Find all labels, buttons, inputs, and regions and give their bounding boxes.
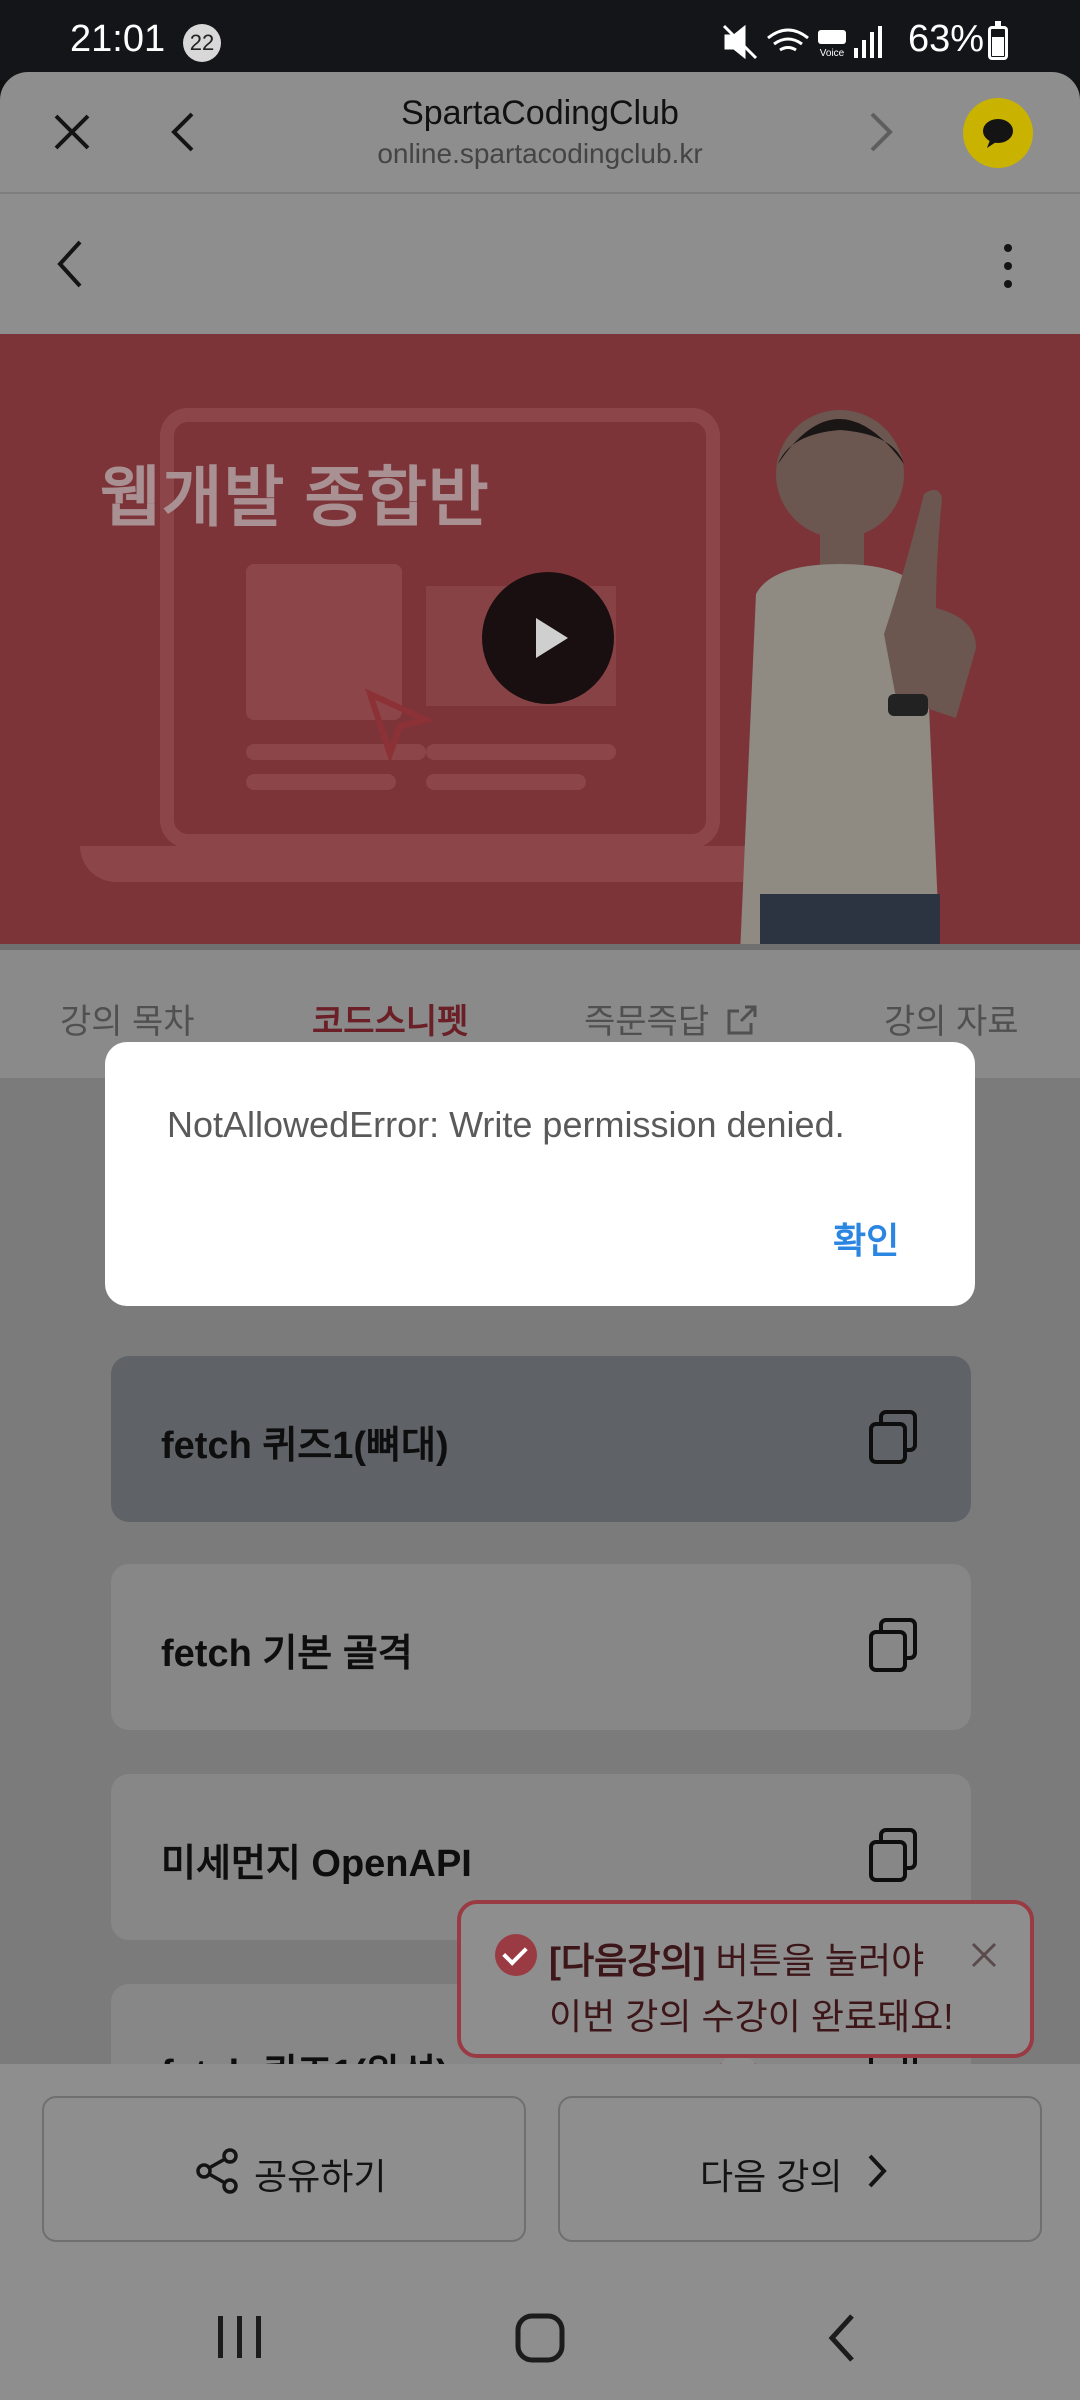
error-dialog: NotAllowedError: Write permission denied… <box>105 1042 975 1306</box>
mute-icon <box>722 24 758 60</box>
battery-icon <box>988 21 1008 60</box>
status-icons: Voice <box>722 24 882 60</box>
copy-icon[interactable] <box>865 1826 921 1886</box>
list-item[interactable]: fetch 퀴즈1(뼈대) <box>111 1356 971 1522</box>
snippet-label: fetch 퀴즈1(뼈대) <box>161 1425 449 1467</box>
play-button[interactable] <box>482 572 614 704</box>
cursor-icon <box>364 688 436 764</box>
tooltip-line-1-rest: 버튼을 눌러야 <box>705 1940 925 1981</box>
snippet-label: fetch 기본 골격 <box>161 1633 413 1675</box>
snippet-label: 미세먼지 OpenAPI <box>161 1843 472 1885</box>
instructor-photo <box>740 410 976 944</box>
home-icon[interactable] <box>512 2310 568 2366</box>
status-bar: 21:01 22 Voice 63% <box>0 0 1080 80</box>
status-time: 21:01 <box>70 18 166 60</box>
share-button-label: 공유하기 <box>254 2156 387 2197</box>
tab-qna[interactable]: 즉문즉답 <box>584 994 759 1043</box>
laptop-base-illustration <box>80 846 820 882</box>
tab-code-snippets[interactable]: 코드스니펫 <box>312 994 468 1043</box>
copy-icon[interactable] <box>865 1616 921 1676</box>
snippet-label: fetch 퀴즈1(완성) <box>161 2042 449 2064</box>
forward-icon[interactable] <box>852 104 908 160</box>
signal-icon <box>854 26 882 58</box>
back-icon[interactable] <box>50 234 90 294</box>
list-item[interactable]: fetch 기본 골격 <box>111 1564 971 1730</box>
tooltip-highlight: [다음강의] <box>549 1940 706 1981</box>
close-icon[interactable] <box>969 1940 999 1970</box>
confirm-button[interactable]: 확인 <box>833 1212 899 1264</box>
copy-icon[interactable] <box>865 1408 921 1468</box>
kakaotalk-icon[interactable] <box>963 98 1033 168</box>
text-line-illustration <box>426 744 616 760</box>
battery-percent: 63% <box>908 18 985 60</box>
share-button[interactable]: 공유하기 <box>42 2096 526 2242</box>
share-icon <box>196 2148 238 2194</box>
hd-voice-icon: Voice <box>818 30 846 59</box>
dialog-message: NotAllowedError: Write permission denied… <box>167 1104 845 1145</box>
video-title: 웹개발 종합반 <box>100 460 490 534</box>
browser-toolbar: SpartaCodingClub online.spartacodingclub… <box>0 72 1080 192</box>
wifi-icon <box>767 28 809 52</box>
text-line-illustration <box>426 774 586 790</box>
browser-url[interactable]: online.spartacodingclub.kr <box>0 138 1080 170</box>
next-lecture-button-label: 다음 강의 <box>700 2156 843 2197</box>
tab-qna-label: 즉문즉답 <box>584 1003 710 1041</box>
more-icon[interactable] <box>990 236 1026 296</box>
recent-apps-icon[interactable] <box>212 2312 268 2362</box>
chevron-right-icon <box>868 2154 887 2188</box>
next-lecture-tooltip: [다음강의] 버튼을 눌러야 이번 강의 수강이 완료돼요! <box>457 1900 1034 2058</box>
bottom-action-bar: 공유하기 다음 강의 <box>0 2064 1080 2270</box>
check-circle-icon <box>495 1934 537 1976</box>
notification-count-badge: 22 <box>183 24 221 62</box>
back-icon[interactable] <box>822 2310 862 2366</box>
page-header <box>0 192 1080 334</box>
svg-text:Voice: Voice <box>820 48 845 59</box>
external-link-icon <box>727 1005 757 1035</box>
tooltip-line-2: 이번 강의 수강이 완료돼요! <box>549 1996 954 2037</box>
tab-lecture-contents[interactable]: 강의 목차 <box>60 994 195 1043</box>
system-navigation-bar <box>0 2270 1080 2400</box>
tab-lecture-materials[interactable]: 강의 자료 <box>884 994 1019 1043</box>
video-player[interactable]: 웹개발 종합반 <box>0 334 1080 944</box>
browser-title: SpartaCodingClub <box>401 94 679 132</box>
next-lecture-button[interactable]: 다음 강의 <box>558 2096 1042 2242</box>
text-line-illustration <box>246 774 396 790</box>
tooltip-line-1: [다음강의] 버튼을 눌러야 <box>549 1932 924 1984</box>
